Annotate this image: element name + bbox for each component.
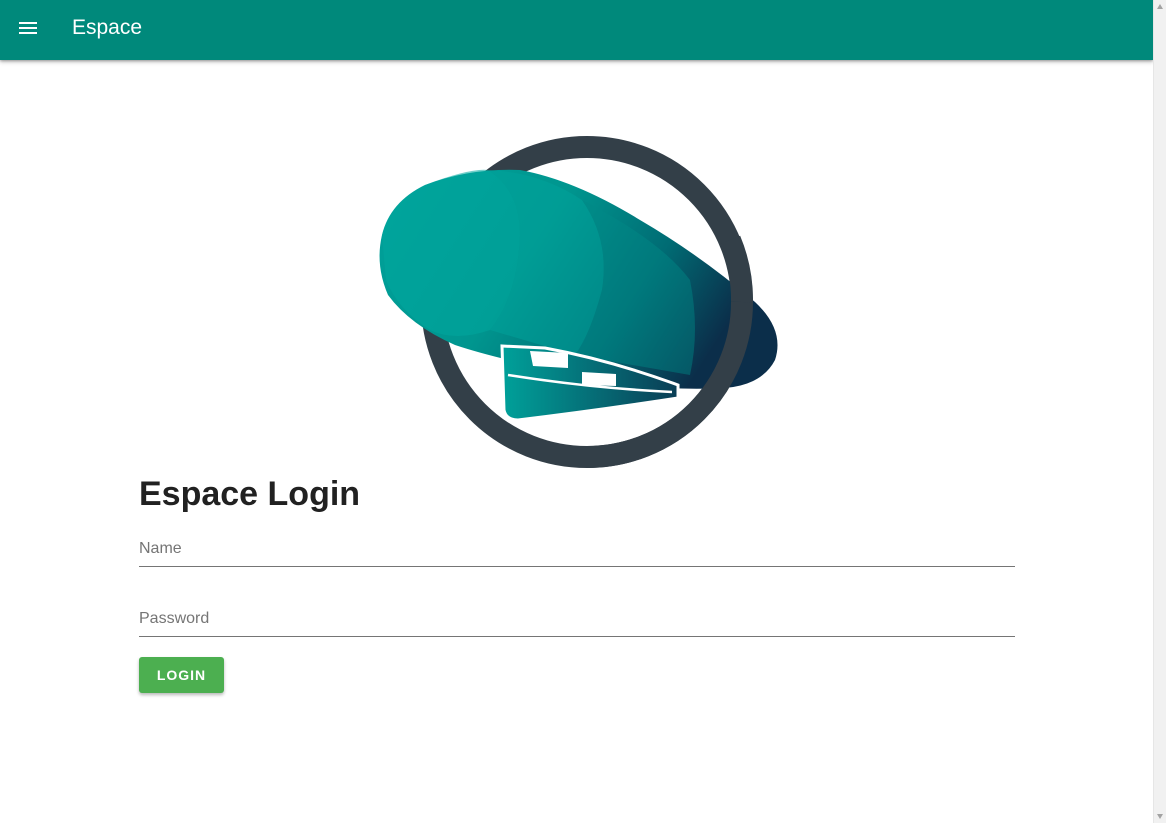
vertical-scrollbar[interactable]	[1153, 0, 1166, 823]
login-title: Espace Login	[139, 475, 361, 513]
app-title: Espace	[72, 16, 143, 39]
scroll-up-arrow-icon[interactable]	[1157, 4, 1163, 9]
app-viewport: Espace Espace Login Name LOGIN	[0, 0, 1153, 823]
scroll-down-arrow-icon[interactable]	[1157, 814, 1163, 819]
app-bar: Espace	[0, 0, 1153, 60]
menu-button[interactable]	[8, 8, 48, 48]
login-button[interactable]: LOGIN	[139, 657, 224, 693]
name-input[interactable]	[139, 532, 1015, 566]
espace-logo-icon	[379, 136, 778, 468]
name-field	[139, 532, 1015, 567]
menu-icon	[19, 22, 37, 34]
password-field	[139, 602, 1015, 637]
password-input[interactable]	[139, 602, 1015, 636]
